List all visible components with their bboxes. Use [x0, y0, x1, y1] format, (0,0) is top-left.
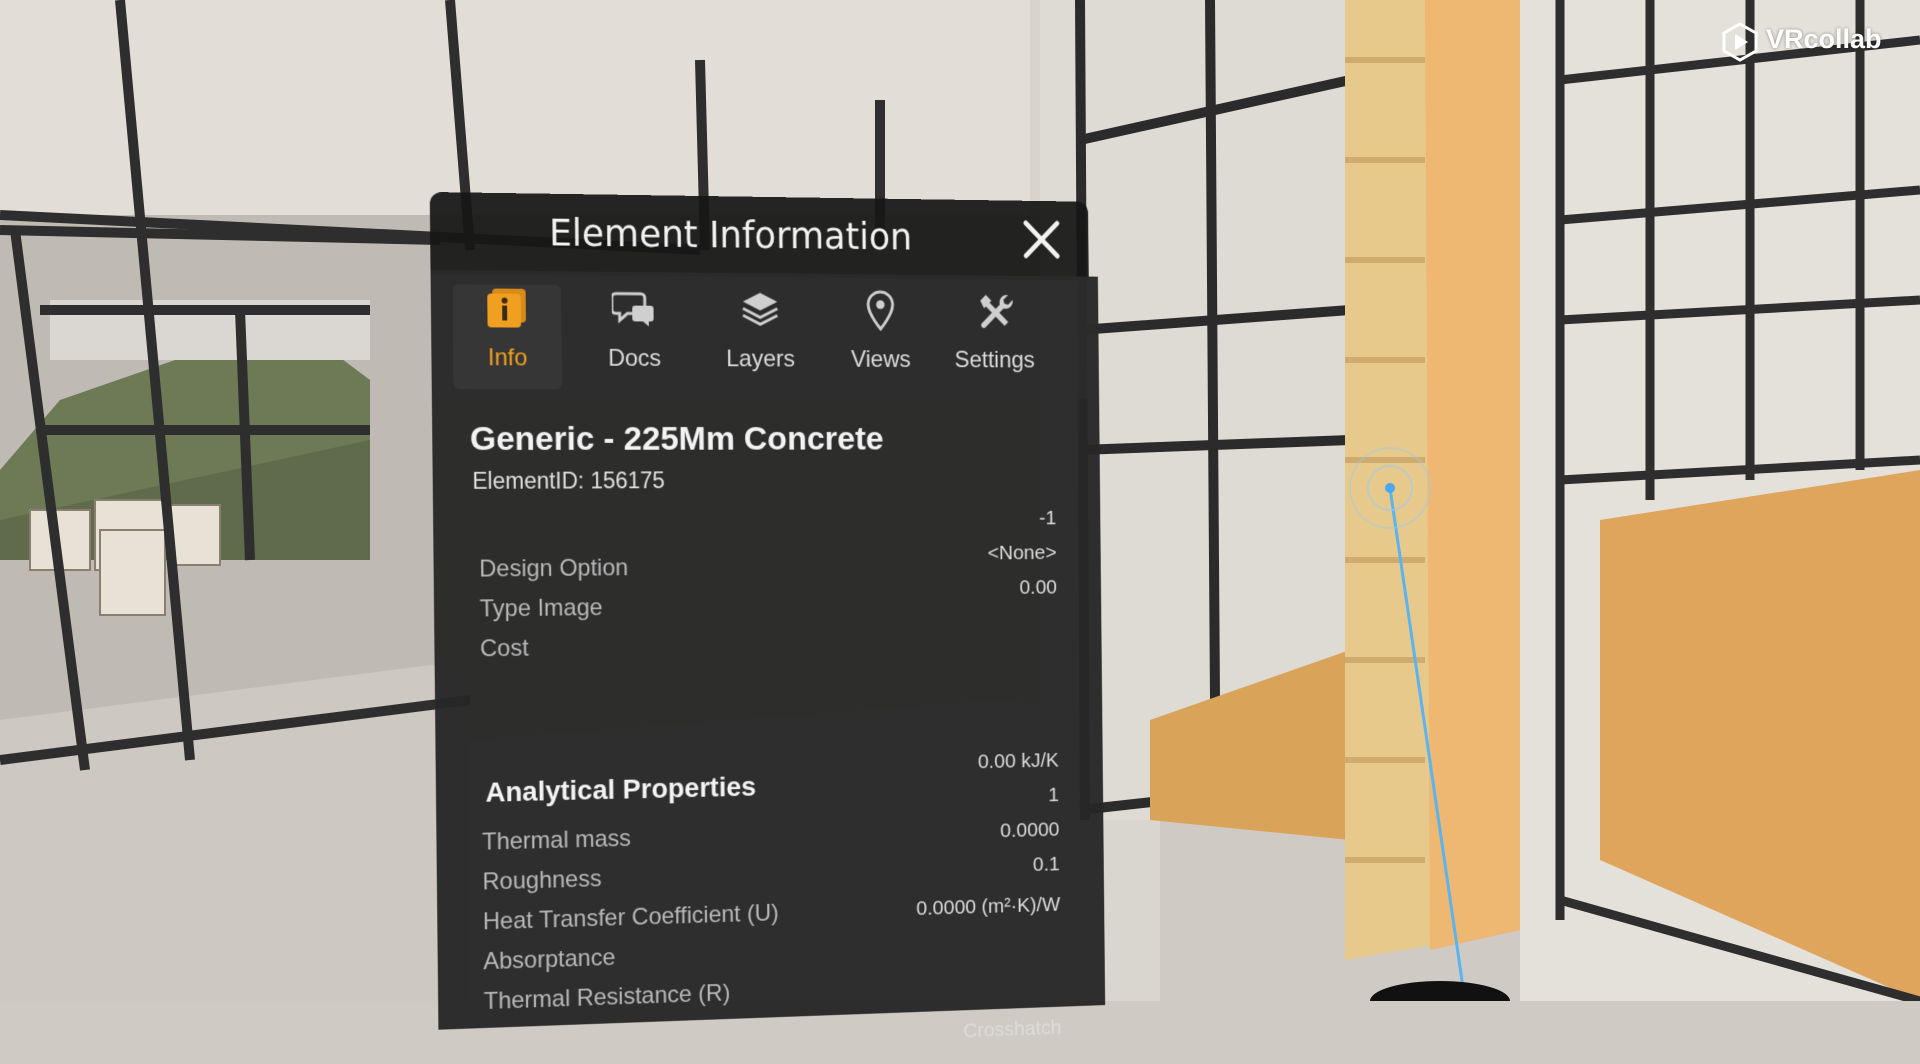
tab-info[interactable]: Info — [452, 284, 562, 390]
tools-icon — [980, 294, 1014, 329]
property-value: 0.00 — [1019, 576, 1058, 599]
tab-docs[interactable]: Docs — [580, 285, 688, 389]
property-value: 0.1 — [1032, 852, 1060, 876]
layers-icon — [738, 292, 782, 332]
property-label: Heat Transfer Coefficient (U) — [482, 899, 779, 936]
property-value: <None> — [987, 541, 1057, 565]
tab-docs-label: Docs — [607, 344, 662, 372]
property-label: Roughness — [482, 865, 602, 896]
property-value: 0.0000 — [1000, 818, 1060, 843]
map-pin-icon — [859, 288, 903, 333]
property-label: Design Option — [479, 554, 629, 583]
panel-header: Element Information — [429, 191, 1089, 281]
info-icon — [487, 288, 526, 328]
tab-settings-label: Settings — [954, 346, 1035, 374]
panel-title: Element Information — [548, 211, 913, 259]
element-information-panel: Element Information Info Docs Layers Vie… — [426, 191, 1120, 1042]
tab-views-label: Views — [850, 346, 911, 373]
element-name: Generic - 225Mm Concrete — [469, 420, 884, 458]
close-icon[interactable] — [1018, 215, 1065, 264]
tab-settings[interactable]: Settings — [943, 289, 1046, 391]
play-logo-icon — [1722, 22, 1758, 62]
property-value: -1 — [1039, 506, 1057, 530]
tab-layers[interactable]: Layers — [707, 287, 813, 390]
property-value: 0.00 kJ/K — [977, 749, 1059, 774]
tab-layers-label: Layers — [726, 345, 796, 373]
property-label: Type Image — [479, 594, 603, 623]
property-value: 0.0000 (m²·K)/W — [916, 893, 1061, 920]
tab-bar: Info Docs Layers Views Settings — [430, 269, 1100, 400]
property-label: Cost — [479, 634, 529, 663]
property-label: Thermal mass — [481, 825, 632, 856]
vrcollab-logo: VRcollab — [1720, 22, 1906, 62]
chat-bubbles-icon — [612, 286, 654, 332]
property-value: Crosshatch — [963, 1016, 1062, 1043]
tab-views[interactable]: Views — [828, 288, 932, 391]
property-label: Absorptance — [483, 944, 616, 976]
logo-text: VRcollab — [1766, 24, 1882, 54]
property-value: 1 — [1048, 783, 1060, 807]
property-label: Thermal Resistance (R) — [483, 979, 731, 1016]
tab-info-label: Info — [487, 344, 528, 372]
analytical-properties-title: Analytical Properties — [485, 771, 757, 808]
panel-body: Info Docs Layers Views Settings Generic … — [430, 269, 1106, 1042]
element-id: ElementID: 156175 — [472, 467, 665, 494]
